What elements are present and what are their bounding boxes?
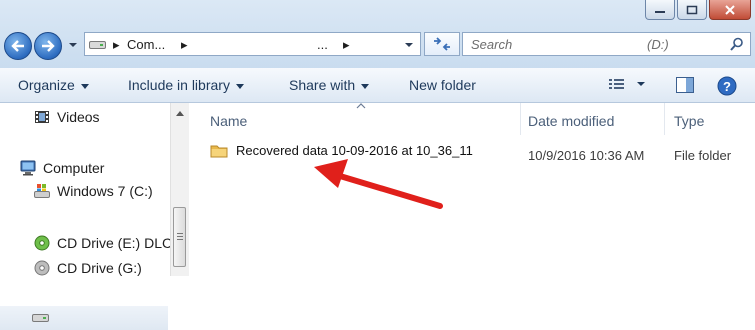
drive-icon xyxy=(89,41,106,49)
breadcrumb-separator: ▸ xyxy=(343,37,350,52)
cd-drive-icon xyxy=(34,260,50,276)
file-date-modified: 10/9/2016 10:36 AM xyxy=(528,148,645,163)
column-header-name[interactable]: Name xyxy=(210,113,247,129)
address-bar[interactable]: ▸ Com... ▸ ... ▸ xyxy=(84,32,421,56)
column-header-date-modified[interactable]: Date modified xyxy=(528,113,614,129)
chevron-down-icon xyxy=(80,83,89,89)
svg-text:?: ? xyxy=(723,79,731,94)
breadcrumb-drive[interactable]: ... xyxy=(317,37,328,52)
grip-icon xyxy=(177,233,183,234)
refresh-icon xyxy=(434,37,450,51)
search-drive-hint: (D:) xyxy=(647,37,669,52)
nav-item-cd-drive-g[interactable]: CD Drive (G:) xyxy=(34,260,142,276)
help-button[interactable]: ? xyxy=(717,76,737,99)
annotation-arrow xyxy=(314,159,443,209)
view-options-icon xyxy=(609,79,645,89)
column-header-type[interactable]: Type xyxy=(674,113,704,129)
maximize-icon xyxy=(686,5,698,14)
file-type: File folder xyxy=(674,148,732,163)
navigation-pane: Videos Computer Windows 7 (C:) CD Drive … xyxy=(0,103,172,330)
sort-ascending-icon xyxy=(356,103,366,109)
address-dropdown-icon[interactable] xyxy=(404,42,414,48)
chevron-down-icon xyxy=(361,83,370,89)
nav-item-label: CD Drive (G:) xyxy=(57,260,142,276)
nav-item-label: Computer xyxy=(43,160,105,176)
search-placeholder: Search xyxy=(471,37,513,52)
cd-drive-icon xyxy=(34,235,50,251)
preview-pane-icon xyxy=(676,77,694,93)
scroll-up-icon[interactable] xyxy=(176,111,184,116)
close-button[interactable] xyxy=(709,0,751,20)
breadcrumb-separator: ▸ xyxy=(113,37,120,52)
minimize-button[interactable] xyxy=(645,0,675,20)
breadcrumb-computer[interactable]: Com... xyxy=(127,37,165,52)
back-arrow-icon xyxy=(11,40,24,52)
nav-item-label: CD Drive (E:) DLC xyxy=(57,235,173,251)
nav-item-label: Videos xyxy=(57,109,100,125)
folder-icon xyxy=(210,145,228,157)
file-list: Name Date modified Type Recovered data 1… xyxy=(190,103,755,276)
drive-icon xyxy=(32,314,49,322)
refresh-button[interactable] xyxy=(424,32,460,56)
include-in-library-label: Include in library xyxy=(128,77,230,93)
navigation-scrollbar[interactable] xyxy=(170,103,189,276)
preview-pane-button[interactable] xyxy=(675,76,695,97)
help-icon: ? xyxy=(717,76,737,96)
search-icon[interactable] xyxy=(730,37,744,51)
back-button[interactable] xyxy=(4,32,32,60)
forward-button[interactable] xyxy=(34,32,62,60)
computer-icon xyxy=(20,160,36,176)
minimize-icon xyxy=(655,10,665,13)
breadcrumb-separator: ▸ xyxy=(181,37,188,52)
column-divider[interactable] xyxy=(520,103,521,135)
search-box[interactable]: Search (D:) xyxy=(462,32,751,56)
new-folder-button[interactable]: New folder xyxy=(409,77,476,93)
nav-item-selected-drive[interactable] xyxy=(0,306,168,330)
nav-item-computer[interactable]: Computer xyxy=(20,160,104,176)
organize-button[interactable]: Organize xyxy=(18,77,89,93)
window-controls xyxy=(645,0,751,20)
command-bar: Organize Include in library Share with N… xyxy=(0,68,755,103)
share-with-label: Share with xyxy=(289,77,356,93)
nav-item-label: Windows 7 (C:) xyxy=(57,183,153,199)
system-drive-icon xyxy=(34,184,50,198)
nav-item-cd-drive-e[interactable]: CD Drive (E:) DLC xyxy=(34,235,172,251)
maximize-button[interactable] xyxy=(677,0,707,20)
nav-item-videos[interactable]: Videos xyxy=(34,109,100,125)
window-chrome: ▸ Com... ▸ ... ▸ Search (D:) xyxy=(0,0,755,68)
share-with-button[interactable]: Share with xyxy=(289,77,370,93)
include-in-library-button[interactable]: Include in library xyxy=(128,77,244,93)
nav-item-windows7-drive[interactable]: Windows 7 (C:) xyxy=(34,183,153,199)
scrollbar-thumb[interactable] xyxy=(173,207,186,267)
forward-arrow-icon xyxy=(42,40,55,52)
close-icon xyxy=(725,4,735,15)
videos-library-icon xyxy=(35,111,49,123)
column-divider[interactable] xyxy=(664,103,665,135)
organize-label: Organize xyxy=(18,77,75,93)
chevron-down-icon xyxy=(235,83,244,89)
new-folder-label: New folder xyxy=(409,77,476,93)
recent-pages-dropdown-icon[interactable] xyxy=(68,42,78,48)
change-view-button[interactable] xyxy=(608,76,646,95)
